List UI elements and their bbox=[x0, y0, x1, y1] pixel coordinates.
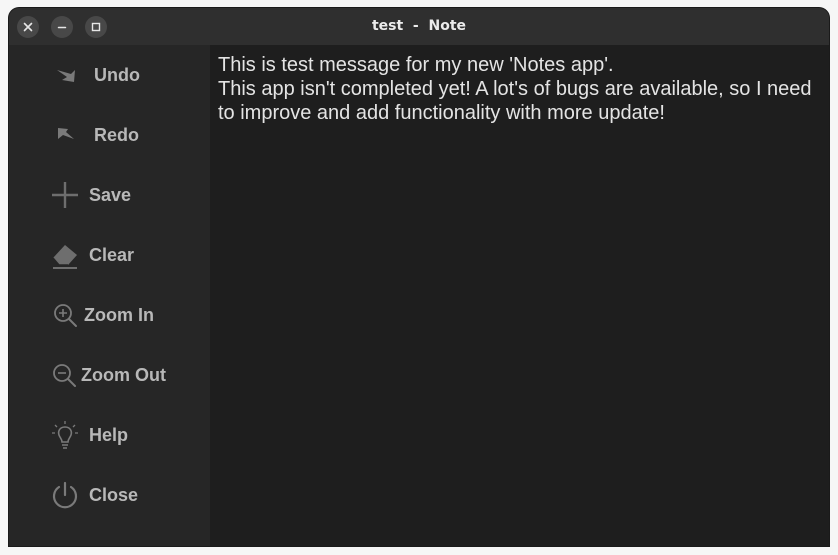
close-label: Close bbox=[89, 484, 139, 505]
zoom-in-label: Zoom In bbox=[84, 304, 154, 325]
redo-icon bbox=[58, 128, 74, 139]
undo-label: Undo bbox=[94, 64, 140, 85]
zoom-in-icon bbox=[54, 304, 77, 327]
redo-button[interactable]: Redo bbox=[50, 115, 139, 155]
note-text[interactable]: This is test message for my new 'Notes a… bbox=[218, 53, 824, 125]
maximize-icon bbox=[91, 22, 101, 32]
clear-button[interactable]: Clear bbox=[50, 235, 134, 275]
window-minimize-button[interactable] bbox=[51, 16, 73, 38]
sidebar: Undo Redo Save Clear Zoom In Zoom Out He… bbox=[9, 45, 210, 546]
zoom-in-button[interactable]: Zoom In bbox=[50, 295, 154, 335]
power-icon bbox=[52, 481, 78, 509]
lightbulb-icon bbox=[52, 421, 78, 449]
close-button[interactable]: Close bbox=[50, 475, 138, 515]
help-label: Help bbox=[89, 424, 129, 445]
note-window: test - Note Undo Redo Save Clear Zoom In… bbox=[9, 8, 829, 546]
eraser-icon bbox=[52, 245, 77, 269]
zoom-out-button[interactable]: Zoom Out bbox=[50, 355, 166, 395]
title-bar[interactable]: test - Note bbox=[9, 8, 829, 46]
undo-icon bbox=[57, 70, 75, 82]
clear-label: Clear bbox=[89, 244, 135, 265]
window-maximize-button[interactable] bbox=[85, 16, 107, 38]
window-title: test - Note bbox=[371, 18, 467, 34]
undo-button[interactable]: Undo bbox=[50, 55, 140, 95]
minimize-icon bbox=[57, 26, 67, 29]
plus-icon bbox=[52, 182, 78, 208]
redo-label: Redo bbox=[94, 124, 139, 145]
note-editor[interactable]: This is test message for my new 'Notes a… bbox=[210, 45, 829, 546]
help-button[interactable]: Help bbox=[50, 415, 128, 455]
save-button[interactable]: Save bbox=[50, 175, 131, 215]
close-icon bbox=[23, 22, 33, 32]
window-close-button[interactable] bbox=[17, 16, 39, 38]
zoom-out-label: Zoom Out bbox=[81, 364, 166, 385]
zoom-out-icon bbox=[53, 364, 76, 387]
save-label: Save bbox=[89, 184, 132, 205]
